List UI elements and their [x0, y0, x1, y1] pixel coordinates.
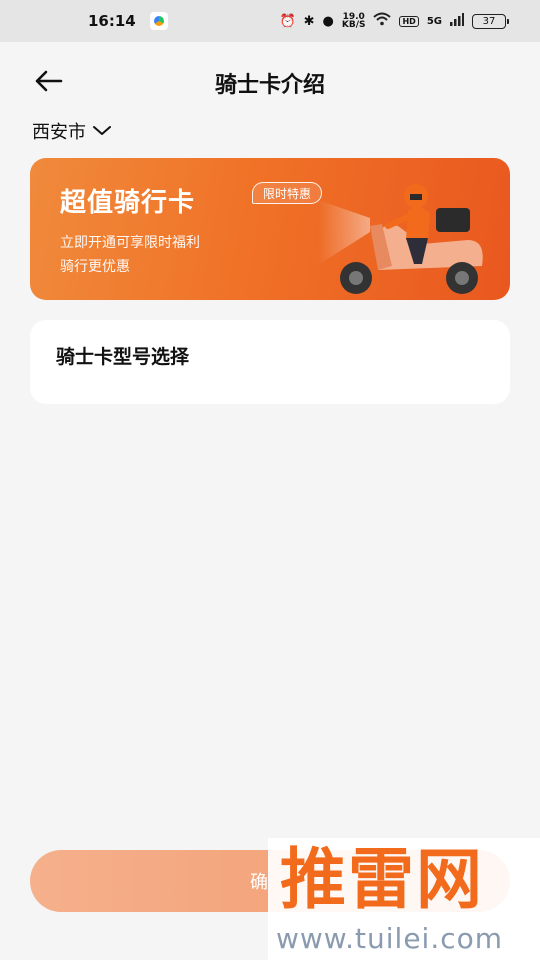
limited-offer-badge: 限时特惠 [252, 182, 323, 204]
signal-label: 5G [426, 15, 442, 27]
page-title: 骑士卡介绍 [214, 73, 325, 98]
signal-bars-icon [450, 13, 464, 29]
alarm-icon: ⏰ [279, 13, 296, 29]
wifi-icon [373, 12, 392, 30]
city-name: 西安市 [32, 122, 86, 143]
battery-icon: 37 [472, 13, 509, 29]
promo-banner[interactable]: 超值骑行卡 限时特惠 立即开通可享限时福利 骑行更优惠 [30, 158, 510, 300]
hd-icon: HD [399, 15, 419, 27]
location-icon: ● [322, 13, 334, 29]
confirm-label: 确 [250, 872, 268, 893]
card-model-selector[interactable]: 骑士卡型号选择 [30, 320, 510, 404]
banner-subtitle-1: 立即开通可享限时福利 [60, 235, 200, 251]
banner-title: 超值骑行卡 [60, 188, 196, 218]
battery-level: 37 [482, 15, 496, 27]
status-time: 16:14 [88, 12, 136, 30]
city-selector[interactable]: 西安市 [32, 118, 112, 144]
status-icons: ⏰ ✱ ● 19.0 KB/S HD 5G 37 [279, 12, 509, 30]
scooter-rider-illustration [318, 184, 483, 294]
status-bar: 16:14 ⏰ ✱ ● 19.0 KB/S HD 5G 37 [0, 0, 540, 42]
banner-subtitle-2: 骑行更优惠 [60, 259, 130, 275]
network-speed: 19.0 KB/S [341, 13, 366, 30]
chevron-down-icon [93, 126, 111, 135]
app-notification-icon [149, 12, 168, 30]
watermark-url: www.tuilei.com [276, 922, 504, 955]
watermark-main-text: 推雷网 [280, 841, 484, 918]
network-speed-unit: KB/S [341, 20, 366, 30]
top-nav: 骑士卡介绍 [0, 55, 540, 107]
bluetooth-icon: ✱ [303, 13, 315, 29]
card-model-label: 骑士卡型号选择 [56, 346, 190, 368]
watermark-logo: 推雷网 www.tuilei.com [268, 838, 540, 960]
